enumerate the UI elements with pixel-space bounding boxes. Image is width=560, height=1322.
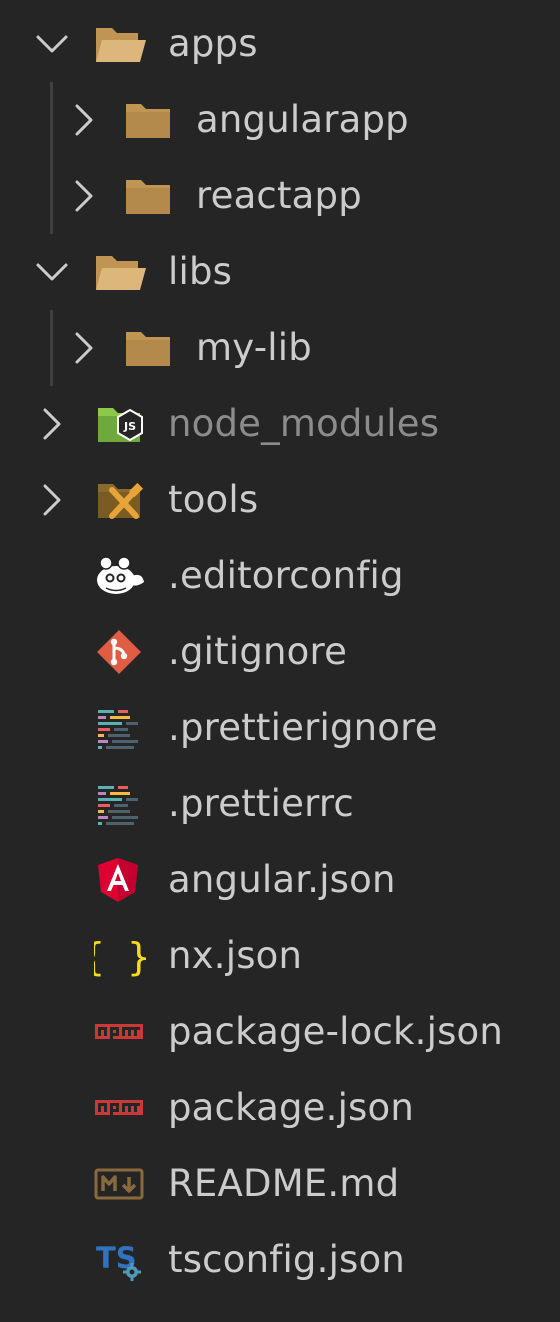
tree-item-label: angularapp [196,98,409,141]
tree-item-prettierrc[interactable]: .prettierrc [0,766,560,842]
prettier-icon [98,786,138,825]
tree-item-label: tsconfig.json [168,1238,406,1281]
tree-item-node-modules[interactable]: JS node_modules [0,386,560,462]
tree-item-angular-json[interactable]: angular.json [0,842,560,918]
tree-item-label: .editorconfig [168,554,404,597]
tree-item-label: README.md [168,1162,400,1205]
nodejs-folder-icon: JS [98,408,143,442]
chevron-right-icon[interactable] [66,102,102,138]
svg-text:{ }: { } [94,935,146,978]
prettier-icon [98,710,138,749]
svg-text:JS: JS [123,420,136,433]
folder-open-icon [96,28,146,62]
git-icon [97,630,141,674]
folder-icon [126,180,170,214]
tree-item-reactapp[interactable]: reactapp [0,158,560,234]
chevron-down-icon[interactable] [34,254,70,290]
tree-item-label: reactapp [196,174,362,217]
chevron-right-icon[interactable] [34,406,70,442]
tree-item-prettierignore[interactable]: .prettierignore [0,690,560,766]
tree-item-label: package-lock.json [168,1010,504,1053]
tree-item-libs[interactable]: libs [0,234,560,310]
tree-item-label: apps [168,22,258,65]
tree-item-label: angular.json [168,858,396,901]
tools-folder-icon [98,482,144,519]
chevron-right-icon[interactable] [66,330,102,366]
tree-item-tsconfig-json[interactable]: TS tsconfig.json [0,1222,560,1298]
tree-item-apps[interactable]: apps [0,6,560,82]
tree-item-label: my-lib [196,326,312,369]
tree-item-label: .prettierrc [168,782,354,825]
folder-icon [126,104,170,138]
folder-icon [126,332,170,366]
tree-item-gitignore[interactable]: .gitignore [0,614,560,690]
tree-item-label: package.json [168,1086,415,1129]
tree-item-label: .prettierignore [168,706,438,749]
tree-item-my-lib[interactable]: my-lib [0,310,560,386]
tree-item-label: .gitignore [168,630,348,673]
chevron-right-icon[interactable] [34,482,70,518]
tree-item-tools[interactable]: tools [0,462,560,538]
tree-item-editorconfig[interactable]: .editorconfig [0,538,560,614]
npm-icon [95,1100,143,1115]
tree-item-label: node_modules [168,402,440,445]
tree-item-readme-md[interactable]: README.md [0,1146,560,1222]
tree-item-angularapp[interactable]: angularapp [0,82,560,158]
typescript-config-icon: TS [96,1241,141,1281]
markdown-icon [94,1168,144,1200]
json-braces-icon: { } [94,935,146,978]
tree-item-nx-json[interactable]: { } nx.json [0,918,560,994]
npm-icon [95,1024,143,1039]
tree-item-label: tools [168,478,259,521]
folder-open-icon [96,256,146,290]
tree-item-package-lock-json[interactable]: package-lock.json [0,994,560,1070]
file-explorer-tree: apps angularapp reactapp libs my-lib JS … [0,6,560,1298]
angular-icon [98,858,138,902]
chevron-down-icon[interactable] [34,26,70,62]
tree-item-label: libs [168,250,233,293]
editorconfig-icon [97,556,144,594]
tree-item-label: nx.json [168,934,303,977]
chevron-right-icon[interactable] [66,178,102,214]
tree-item-package-json[interactable]: package.json [0,1070,560,1146]
